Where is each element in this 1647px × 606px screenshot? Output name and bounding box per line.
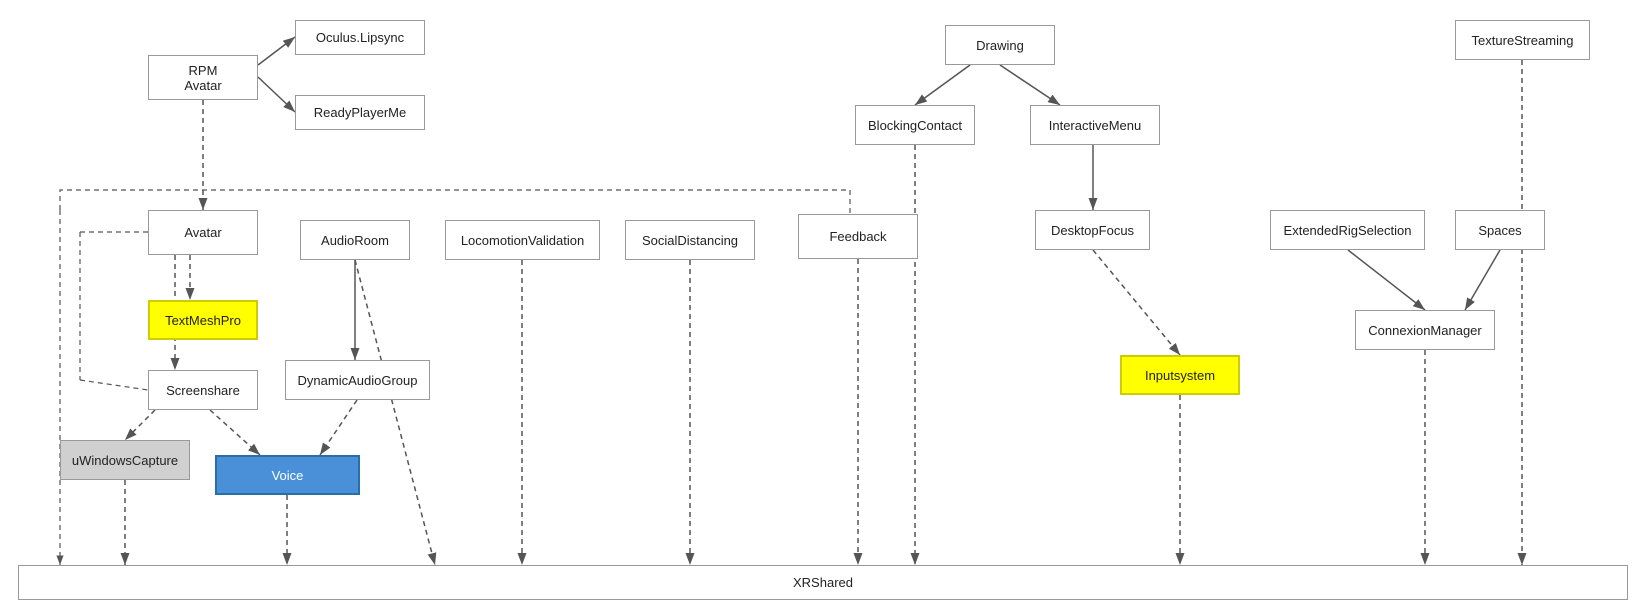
node-blocking-contact: BlockingContact	[855, 105, 975, 145]
node-xrshared: XRShared	[18, 565, 1628, 600]
node-textmeshpro: TextMeshPro	[148, 300, 258, 340]
node-avatar: Avatar	[148, 210, 258, 255]
node-drawing: Drawing	[945, 25, 1055, 65]
node-feedback: Feedback	[798, 214, 918, 259]
node-spaces: Spaces	[1455, 210, 1545, 250]
node-connexion-manager: ConnexionManager	[1355, 310, 1495, 350]
node-audioroom: AudioRoom	[300, 220, 410, 260]
node-voice: Voice	[215, 455, 360, 495]
node-texture-streaming: TextureStreaming	[1455, 20, 1590, 60]
node-inputsystem: Inputsystem	[1120, 355, 1240, 395]
node-rpm-avatar: RPM Avatar	[148, 55, 258, 100]
node-uwindowscapture: uWindowsCapture	[60, 440, 190, 480]
node-screenshare: Screenshare	[148, 370, 258, 410]
node-locomotion-validation: LocomotionValidation	[445, 220, 600, 260]
node-readyplayerme: ReadyPlayerMe	[295, 95, 425, 130]
node-interactive-menu: InteractiveMenu	[1030, 105, 1160, 145]
node-dynamic-audio-group: DynamicAudioGroup	[285, 360, 430, 400]
diagram-container: RPM Avatar Oculus.Lipsync ReadyPlayerMe Ava…	[0, 0, 1647, 606]
node-desktop-focus: DesktopFocus	[1035, 210, 1150, 250]
node-oculus-lipsync: Oculus.Lipsync	[295, 20, 425, 55]
node-social-distancing: SocialDistancing	[625, 220, 755, 260]
node-extended-rig-selection: ExtendedRigSelection	[1270, 210, 1425, 250]
